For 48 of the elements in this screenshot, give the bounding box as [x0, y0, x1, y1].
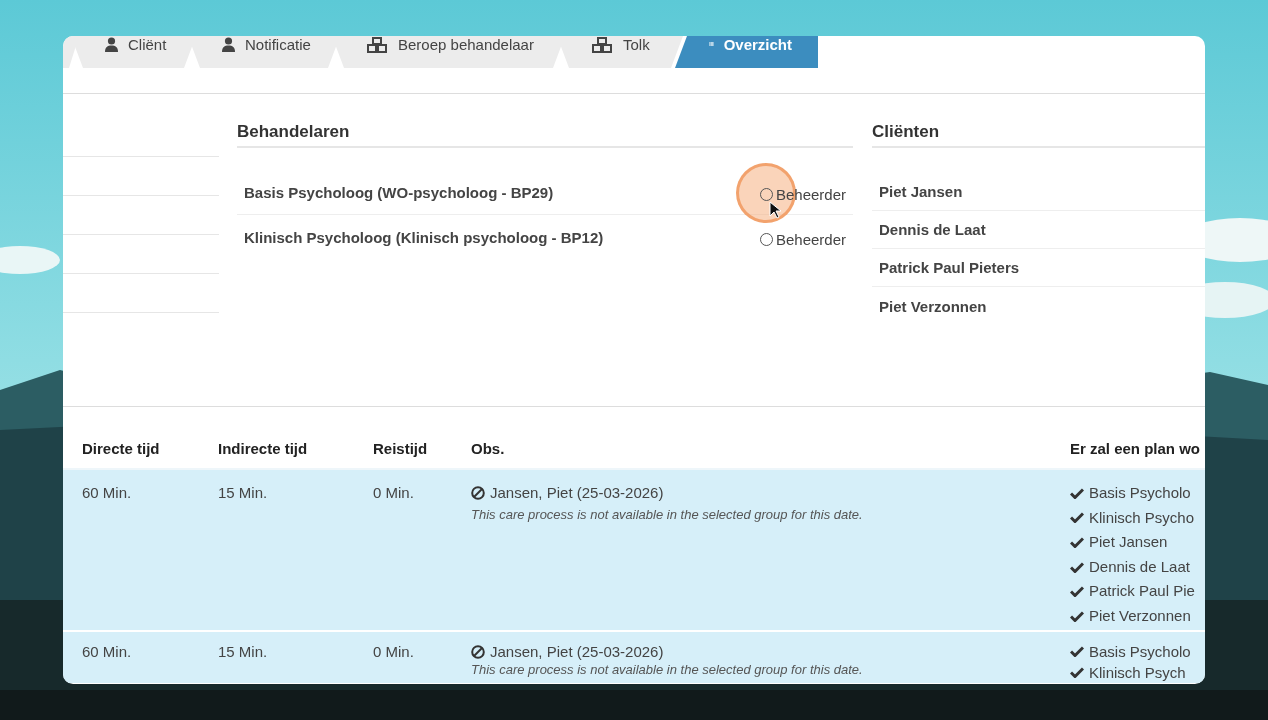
user-icon [105, 37, 118, 52]
check-icon [1070, 667, 1084, 678]
plan-item: Piet Verzonnen [1089, 605, 1191, 626]
ban-icon [471, 644, 485, 659]
warning-text: This care process is not available in the selected group for this date. [471, 505, 863, 524]
ban-icon [471, 486, 485, 501]
column-header: Indirecte tijd [218, 440, 309, 458]
practitioner-name: Basis Psycholoog (WO-psycholoog - BP29) [244, 183, 554, 201]
column-header: Directe tijd [82, 440, 161, 458]
pointer-icon [769, 201, 781, 219]
plan-item: Patrick Paul Pie [1089, 581, 1195, 602]
column-header: Obs. [471, 440, 506, 458]
client-name: Dennis de Laat [879, 221, 986, 238]
practitioner-name: Klinisch Psycholoog (Klinisch psycholoog - BP12) [244, 228, 604, 246]
plan-item: Basis Psycholo [1089, 642, 1191, 662]
admin-radio[interactable]: Beheerder [759, 230, 846, 248]
check-icon [1070, 646, 1084, 657]
table-cell-text: 60 Min. [82, 642, 133, 662]
client-name: Patrick Paul Pieters [879, 259, 1020, 276]
check-icon [1070, 561, 1084, 573]
check-icon [1070, 610, 1084, 622]
observation-text: Jansen, Piet (25-03-2026) [490, 642, 664, 662]
check-icon [1070, 537, 1084, 548]
table-cell-text: 60 Min. [82, 483, 133, 503]
cubes-icon [591, 37, 613, 53]
plan-item: Klinisch Psycho [1089, 507, 1195, 528]
section-heading: Cliënten [872, 94, 1205, 148]
warning-text: This care process is not available in the selected group for this date. [471, 662, 863, 677]
plan-item: Dennis de Laat [1089, 556, 1190, 577]
observation-text: Jansen, Piet (25-03-2026) [490, 483, 664, 503]
check-icon [1070, 512, 1084, 524]
table-cell-text: 15 Min. [218, 483, 269, 503]
client-name: Piet Jansen [879, 183, 963, 200]
plan-item: Klinisch Psych [1089, 663, 1186, 683]
table-cell-text: 0 Min. [373, 642, 415, 662]
check-icon [1070, 487, 1084, 499]
column-header: Reistijd [373, 440, 429, 458]
tab[interactable]: Overzicht [675, 36, 818, 68]
section-heading: Behandelaren [237, 94, 853, 148]
client-name: Piet Verzonnen [879, 297, 987, 315]
plan-item: Basis Psycholo [1089, 483, 1191, 503]
column-header: Er zal een plan wo [1070, 440, 1202, 458]
plan-item: Piet Jansen [1089, 532, 1168, 553]
table-cell-text: 15 Min. [218, 642, 269, 662]
check-icon [1070, 586, 1084, 598]
cubes-icon [366, 37, 388, 53]
table-cell-text: 0 Min. [373, 483, 415, 503]
user-icon [222, 37, 235, 52]
